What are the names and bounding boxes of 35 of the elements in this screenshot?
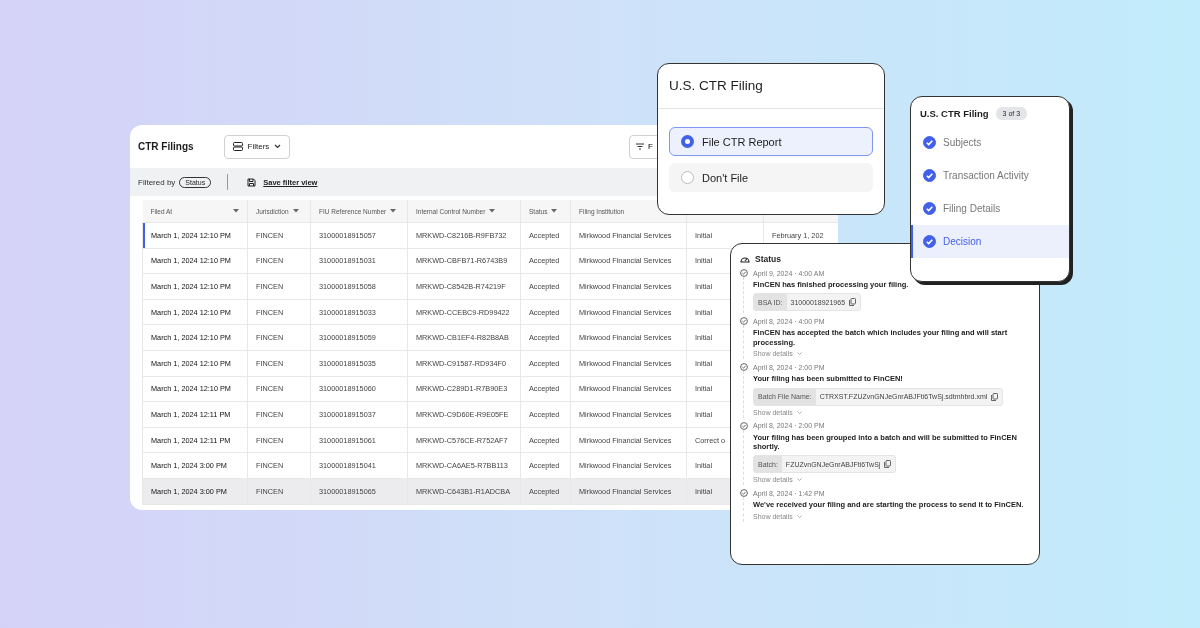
chevron-down-icon xyxy=(274,144,282,149)
chevron-down-icon xyxy=(796,514,802,518)
dialog-title: U.S. CTR Filing xyxy=(658,64,884,109)
step-item[interactable]: Transaction Activity xyxy=(911,159,1069,192)
filters-button[interactable]: Filters xyxy=(223,134,291,159)
chevron-down-icon xyxy=(796,410,802,414)
copy-icon[interactable] xyxy=(991,392,999,401)
check-circle-icon xyxy=(923,136,936,149)
copy-icon[interactable] xyxy=(884,460,892,469)
filtered-by-label: Filtered by xyxy=(138,177,176,187)
check-circle-icon xyxy=(923,202,936,215)
step-item[interactable]: Decision xyxy=(911,225,1069,258)
check-circle-icon xyxy=(923,235,936,248)
gauge-icon xyxy=(740,255,750,263)
check-circle-icon xyxy=(740,421,748,430)
sort-caret-icon xyxy=(292,209,299,213)
save-icon xyxy=(247,177,257,187)
check-circle-icon xyxy=(923,169,936,182)
chevron-down-icon xyxy=(796,478,802,482)
radio-option[interactable]: Don't File xyxy=(669,163,873,192)
page-title: CTR Filings xyxy=(138,141,194,152)
check-circle-icon xyxy=(740,489,748,498)
check-circle-icon xyxy=(740,269,748,277)
check-circle-icon xyxy=(740,363,748,372)
stepper-title: U.S. CTR Filing xyxy=(920,108,989,119)
radio-option[interactable]: File CTR Report xyxy=(669,127,873,156)
check-circle-icon xyxy=(740,317,748,326)
sort-caret-icon xyxy=(551,209,558,213)
step-item[interactable]: Filing Details xyxy=(911,192,1069,225)
copy-icon[interactable] xyxy=(849,298,857,307)
sort-caret-icon xyxy=(489,209,496,213)
step-item[interactable]: Subjects xyxy=(911,126,1069,159)
sort-caret-icon xyxy=(390,209,397,213)
sort-caret-icon xyxy=(233,209,239,213)
chevron-down-icon xyxy=(796,352,802,356)
